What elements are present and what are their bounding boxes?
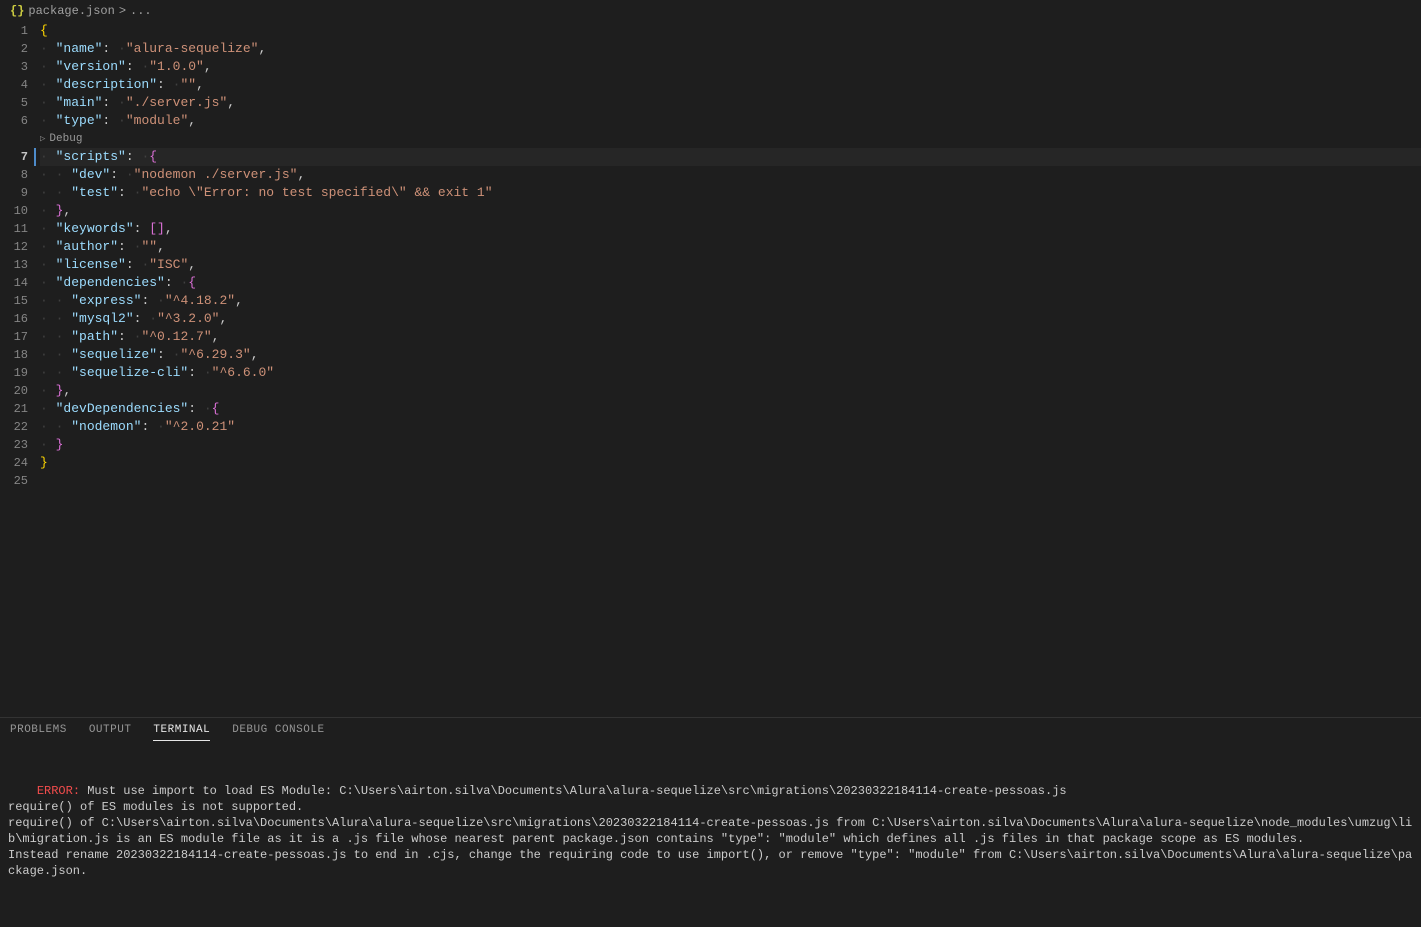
line-number: 19 bbox=[0, 364, 28, 382]
line-number: 11 bbox=[0, 220, 28, 238]
line-number: 7 bbox=[0, 148, 28, 166]
line-number: 2 bbox=[0, 40, 28, 58]
line-number: 13 bbox=[0, 256, 28, 274]
code-line[interactable]: · "author": ·"", bbox=[40, 238, 1421, 256]
line-number: 10 bbox=[0, 202, 28, 220]
code-line[interactable]: · "scripts": ·{ bbox=[40, 148, 1421, 166]
line-number: 20 bbox=[0, 382, 28, 400]
breadcrumb-sep: > bbox=[119, 4, 126, 18]
line-number: 15 bbox=[0, 292, 28, 310]
line-number: 1 bbox=[0, 22, 28, 40]
code-line[interactable]: · "main": ·"./server.js", bbox=[40, 94, 1421, 112]
line-number: 4 bbox=[0, 76, 28, 94]
code-line[interactable]: { bbox=[40, 22, 1421, 40]
play-icon: ▷ bbox=[40, 130, 45, 148]
line-number-gutter: 1234567891011121314151617181920212223242… bbox=[0, 22, 40, 717]
code-line[interactable]: · "name": ·"alura-sequelize", bbox=[40, 40, 1421, 58]
line-number: 23 bbox=[0, 436, 28, 454]
code-line[interactable]: · "version": ·"1.0.0", bbox=[40, 58, 1421, 76]
code-line[interactable]: · · "path": ·"^0.12.7", bbox=[40, 328, 1421, 346]
code-line[interactable]: · "devDependencies": ·{ bbox=[40, 400, 1421, 418]
code-line[interactable]: · · "dev": ·"nodemon ./server.js", bbox=[40, 166, 1421, 184]
editor[interactable]: 1234567891011121314151617181920212223242… bbox=[0, 22, 1421, 717]
code-line[interactable]: · "license": ·"ISC", bbox=[40, 256, 1421, 274]
panel-tab-debug-console[interactable]: DEBUG CONSOLE bbox=[232, 724, 324, 741]
line-number: 18 bbox=[0, 346, 28, 364]
panel-tab-terminal[interactable]: TERMINAL bbox=[153, 724, 210, 741]
line-number: 22 bbox=[0, 418, 28, 436]
code-line[interactable]: · "description": ·"", bbox=[40, 76, 1421, 94]
codelens-label: Debug bbox=[49, 130, 82, 148]
code-line[interactable]: · · "nodemon": ·"^2.0.21" bbox=[40, 418, 1421, 436]
code-line[interactable]: · "keywords": [], bbox=[40, 220, 1421, 238]
line-number: 16 bbox=[0, 310, 28, 328]
line-number: 24 bbox=[0, 454, 28, 472]
panel-tabs: PROBLEMS OUTPUT TERMINAL DEBUG CONSOLE bbox=[0, 718, 1421, 747]
line-number: 9 bbox=[0, 184, 28, 202]
code-line[interactable]: · · "sequelize": ·"^6.29.3", bbox=[40, 346, 1421, 364]
code-line[interactable]: } bbox=[40, 454, 1421, 472]
code-line[interactable]: · · "mysql2": ·"^3.2.0", bbox=[40, 310, 1421, 328]
line-number: 8 bbox=[0, 166, 28, 184]
breadcrumb[interactable]: {} package.json > ... bbox=[0, 0, 1421, 22]
terminal-error-line: Must use import to load ES Module: C:\Us… bbox=[80, 784, 1067, 798]
breadcrumb-tail: ... bbox=[130, 4, 152, 18]
code-line[interactable]: · · "test": ·"echo \"Error: no test spec… bbox=[40, 184, 1421, 202]
terminal-body: require() of ES modules is not supported… bbox=[8, 800, 1412, 878]
line-number: 3 bbox=[0, 58, 28, 76]
code-line[interactable]: · "type": ·"module", bbox=[40, 112, 1421, 130]
line-number: 25 bbox=[0, 472, 28, 490]
code-area[interactable]: {· "name": ·"alura-sequelize",· "version… bbox=[40, 22, 1421, 717]
codelens-debug[interactable]: ▷ Debug bbox=[40, 130, 1421, 148]
line-number: 17 bbox=[0, 328, 28, 346]
code-line[interactable]: · }, bbox=[40, 202, 1421, 220]
panel-tab-problems[interactable]: PROBLEMS bbox=[10, 724, 67, 741]
line-number: 12 bbox=[0, 238, 28, 256]
terminal-error-prefix: ERROR: bbox=[37, 784, 80, 798]
code-line[interactable] bbox=[40, 472, 1421, 490]
code-line[interactable]: · · "sequelize-cli": ·"^6.6.0" bbox=[40, 364, 1421, 382]
code-line[interactable]: · "dependencies": ·{ bbox=[40, 274, 1421, 292]
line-number: 5 bbox=[0, 94, 28, 112]
panel-tab-output[interactable]: OUTPUT bbox=[89, 724, 132, 741]
breadcrumb-file: package.json bbox=[28, 4, 114, 18]
json-file-icon: {} bbox=[10, 4, 24, 18]
line-number: 6 bbox=[0, 112, 28, 130]
line-number: 21 bbox=[0, 400, 28, 418]
code-line[interactable]: · } bbox=[40, 436, 1421, 454]
terminal-output[interactable]: ERROR: Must use import to load ES Module… bbox=[0, 747, 1421, 927]
line-number: 14 bbox=[0, 274, 28, 292]
code-line[interactable]: · }, bbox=[40, 382, 1421, 400]
bottom-panel: PROBLEMS OUTPUT TERMINAL DEBUG CONSOLE ERRO… bbox=[0, 717, 1421, 927]
code-line[interactable]: · · "express": ·"^4.18.2", bbox=[40, 292, 1421, 310]
